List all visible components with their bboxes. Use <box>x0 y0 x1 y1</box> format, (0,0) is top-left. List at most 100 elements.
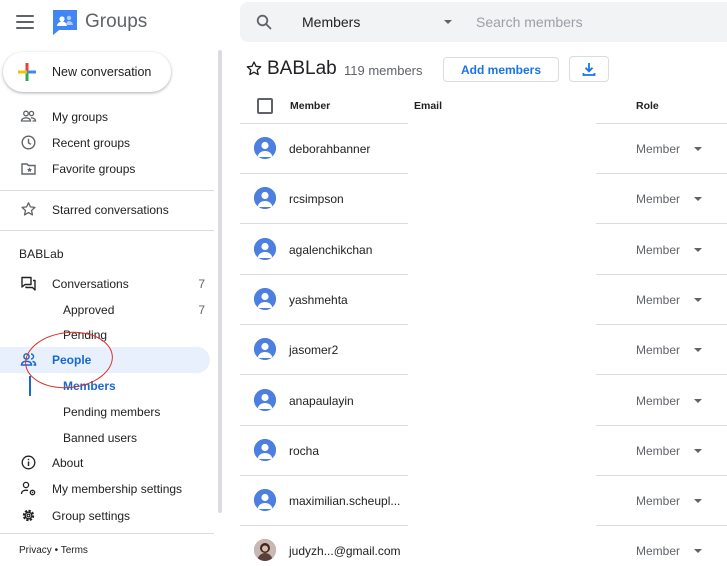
avatar <box>254 187 276 210</box>
sidebar-item-label: Group settings <box>52 509 131 523</box>
add-members-button[interactable]: Add members <box>443 57 559 82</box>
member-name[interactable]: anapaulayin <box>289 394 354 408</box>
select-all-checkbox[interactable] <box>257 98 273 114</box>
sidebar-item-label: About <box>52 456 84 470</box>
member-role: Member <box>636 443 681 458</box>
sidebar-item-conversations[interactable]: Conversations 7 <box>0 271 210 297</box>
column-header-role[interactable]: Role <box>636 100 659 112</box>
person-icon <box>254 338 276 361</box>
sidebar-item-label: Banned users <box>63 431 138 445</box>
sidebar-item-favorite-groups[interactable]: Favorite groups <box>0 156 210 182</box>
sidebar-item-members[interactable]: Members <box>0 373 210 399</box>
chevron-down-icon[interactable] <box>694 348 702 353</box>
member-name[interactable]: agalenchikchan <box>289 243 372 257</box>
export-members-button[interactable] <box>569 56 609 82</box>
chevron-down-icon[interactable] <box>694 398 702 403</box>
sidebar-item-label: Starred conversations <box>52 203 169 217</box>
member-name[interactable]: judyzh...@gmail.com <box>289 544 401 558</box>
groups-logo[interactable] <box>51 8 79 36</box>
group-title: BABLab <box>267 58 337 79</box>
sidebar-item-label: Recent groups <box>52 136 131 150</box>
avatar <box>254 438 276 461</box>
chevron-down-icon[interactable] <box>694 448 702 453</box>
sidebar-item-people[interactable]: People <box>0 347 210 373</box>
person-icon <box>254 489 276 512</box>
sidebar-item-banned-users[interactable]: Banned users <box>0 425 210 451</box>
info-icon <box>21 455 36 470</box>
table-row[interactable]: rcsimpson Member <box>240 173 727 225</box>
search-icon[interactable] <box>256 14 272 30</box>
privacy-link[interactable]: Privacy <box>19 545 52 556</box>
person-icon <box>254 187 276 210</box>
sidebar-item-group-settings[interactable]: Group settings <box>0 503 210 529</box>
table-row[interactable]: rocha Member <box>240 424 727 476</box>
column-header-email[interactable]: Email <box>414 100 442 112</box>
sidebar-item-pending[interactable]: Pending <box>0 322 210 348</box>
member-role: Member <box>636 343 681 358</box>
gear-icon <box>22 509 35 522</box>
chevron-down-icon <box>444 20 452 24</box>
member-name[interactable]: jasomer2 <box>289 343 338 357</box>
table-row[interactable]: agalenchikchan Member <box>240 223 727 275</box>
redacted-email <box>408 223 596 275</box>
table-row[interactable]: yashmehta Member <box>240 273 727 325</box>
person-icon <box>254 388 276 411</box>
main-menu-button[interactable] <box>16 13 34 31</box>
redacted-email <box>408 424 596 476</box>
member-count: 119 members <box>344 63 423 78</box>
sidebar-item-approved[interactable]: Approved 7 <box>0 297 210 323</box>
member-name[interactable]: rocha <box>289 444 319 458</box>
chevron-down-icon[interactable] <box>694 247 702 252</box>
redacted-email <box>408 173 596 225</box>
column-header-member[interactable]: Member <box>290 100 330 112</box>
terms-link[interactable]: Terms <box>61 545 88 556</box>
sidebar-item-label: Conversations <box>52 277 129 291</box>
sidebar-item-recent-groups[interactable]: Recent groups <box>0 130 210 156</box>
people-icon <box>20 353 37 366</box>
table-row[interactable]: judyzh...@gmail.com Member <box>240 526 727 566</box>
member-name[interactable]: maximilian.scheupl... <box>289 494 400 508</box>
new-conversation-button[interactable]: New conversation <box>3 52 171 92</box>
sidebar-item-about[interactable]: About <box>0 450 210 476</box>
table-row[interactable]: jasomer2 Member <box>240 324 727 376</box>
search-input[interactable] <box>476 10 716 34</box>
member-role: Member <box>636 192 681 207</box>
member-role: Member <box>636 393 681 408</box>
sidebar-item-label: Pending <box>63 328 108 342</box>
member-name[interactable]: deborahbanner <box>289 142 370 156</box>
avatar <box>254 237 276 260</box>
sidebar-item-membership-settings[interactable]: My membership settings <box>0 476 210 502</box>
chevron-down-icon[interactable] <box>694 549 702 554</box>
avatar <box>254 489 276 512</box>
chevron-down-icon[interactable] <box>694 197 702 202</box>
table-row[interactable]: deborahbanner Member <box>240 123 727 174</box>
sidebar-scrollbar[interactable] <box>218 50 222 513</box>
person-icon <box>254 137 276 159</box>
table-row[interactable]: anapaulayin Member <box>240 374 727 426</box>
member-name[interactable]: yashmehta <box>289 293 348 307</box>
member-role: Member <box>636 494 681 509</box>
star-outline-icon[interactable] <box>245 60 263 78</box>
sidebar-item-pending-members[interactable]: Pending members <box>0 399 210 425</box>
table-row[interactable]: maximilian.scheupl... Member <box>240 475 727 527</box>
sidebar-item-label: Pending members <box>63 405 161 419</box>
member-role: Member <box>636 142 681 156</box>
search-scope-select[interactable]: Members <box>302 2 452 42</box>
sidebar-divider <box>0 230 214 231</box>
sidebar-item-my-groups[interactable]: My groups <box>0 104 210 130</box>
chevron-down-icon[interactable] <box>694 297 702 302</box>
search-bar: Members <box>240 2 727 42</box>
person-icon <box>254 237 276 260</box>
member-role: Member <box>636 292 681 307</box>
redacted-email <box>408 475 596 527</box>
member-name[interactable]: rcsimpson <box>289 192 344 206</box>
chevron-down-icon[interactable] <box>694 499 702 504</box>
footer-separator: • <box>51 545 61 556</box>
chevron-down-icon[interactable] <box>694 147 702 151</box>
sidebar-item-starred-conversations[interactable]: Starred conversations <box>0 197 210 223</box>
footer-links: Privacy • Terms <box>19 545 88 556</box>
group-section-title: BABLab <box>19 247 64 261</box>
sidebar-item-label: Approved <box>63 303 115 317</box>
avatar <box>254 539 276 562</box>
member-role: Member <box>636 544 681 559</box>
